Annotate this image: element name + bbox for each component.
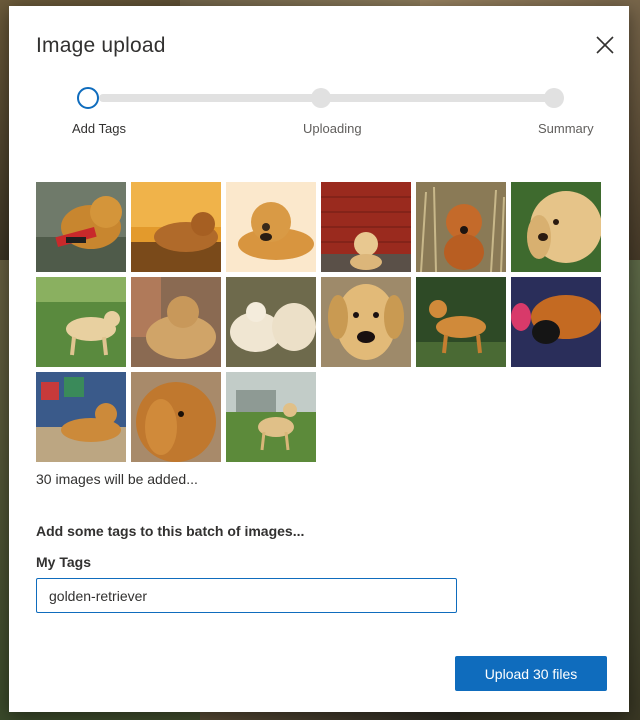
thumbnail-image [36,277,126,367]
thumbnail-image [36,372,126,462]
step-label-uploading: Uploading [303,121,362,136]
thumbnail-image [321,277,411,367]
thumbnail-image [321,182,411,272]
step-dot-uploading [311,88,331,108]
thumbnail-image [511,277,601,367]
step-dot-summary [544,88,564,108]
thumbnail-image [416,182,506,272]
close-button[interactable] [594,34,616,56]
thumbnail-image [416,277,506,367]
tags-input[interactable] [36,578,457,613]
my-tags-label: My Tags [36,554,91,570]
tags-heading: Add some tags to this batch of images... [36,523,305,539]
thumbnail-image [131,182,221,272]
step-dot-add-tags [77,87,99,109]
thumbnail-image [226,182,316,272]
step-label-summary: Summary [538,121,594,136]
thumbnail-image [226,277,316,367]
step-label-add-tags: Add Tags [72,121,126,136]
progress-stepper: Add Tags Uploading Summary [9,84,629,144]
close-icon [596,36,614,54]
thumbnail-image [131,277,221,367]
thumbnail-image [511,182,601,272]
image-upload-dialog: Image upload Add Tags Uploading Summary [9,6,629,712]
upload-button[interactable]: Upload 30 files [455,656,607,691]
thumbnail-image [226,372,316,462]
thumbnail-grid [36,182,606,462]
image-count-text: 30 images will be added... [36,471,198,487]
thumbnail-image [131,372,221,462]
dialog-title: Image upload [36,34,166,57]
thumbnail-image [36,182,126,272]
